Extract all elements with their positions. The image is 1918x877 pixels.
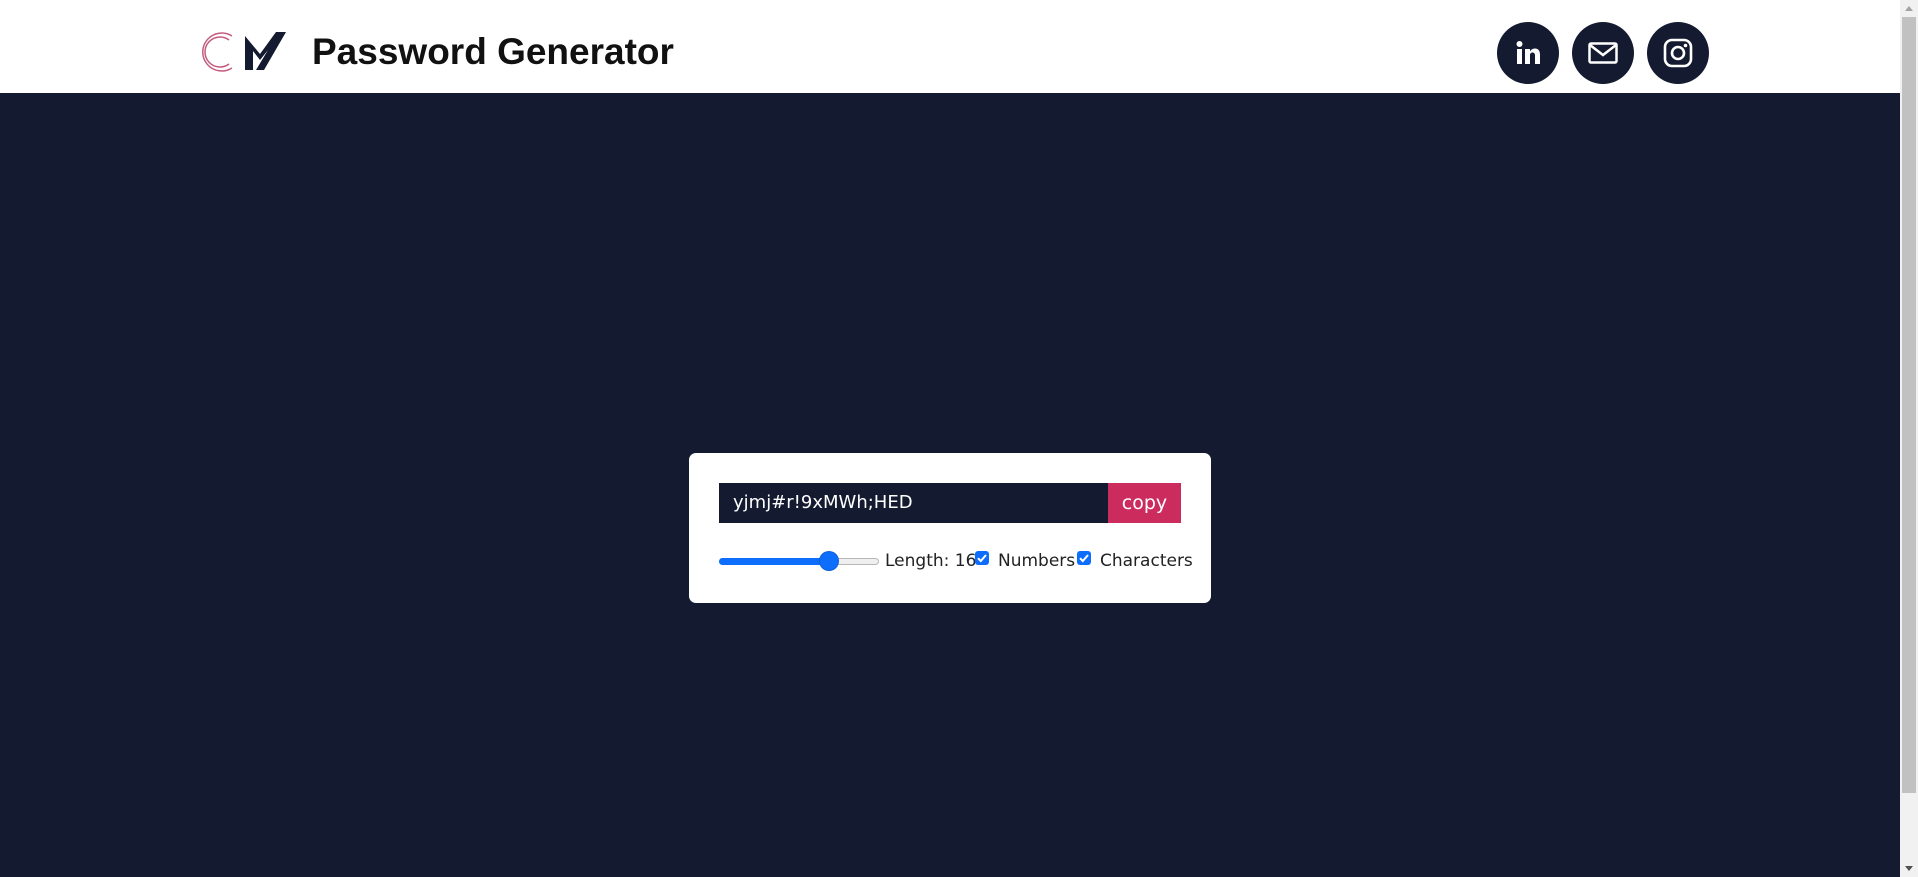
site-header: Password Generator — [0, 0, 1900, 93]
checkmark-icon — [1079, 554, 1089, 563]
instagram-icon — [1663, 38, 1693, 68]
checkmark-icon — [977, 554, 987, 563]
slider-thumb[interactable] — [820, 552, 839, 570]
page-title: Password Generator — [312, 31, 674, 72]
page: Password Generator yjmj#r!9xMWh;HED copy — [0, 0, 1900, 877]
slider-fill — [719, 558, 830, 565]
scrollbar-thumb[interactable] — [1902, 17, 1916, 793]
length-label: Length: 16 — [885, 551, 977, 571]
password-output[interactable]: yjmj#r!9xMWh;HED — [719, 483, 1108, 523]
triangle-up-icon — [1905, 6, 1913, 11]
characters-label: Characters — [1100, 551, 1193, 571]
instagram-button[interactable] — [1647, 22, 1709, 84]
numbers-checkbox[interactable] — [975, 551, 989, 565]
length-slider[interactable] — [719, 552, 879, 570]
scroll-down-arrow[interactable] — [1900, 860, 1918, 877]
characters-checkbox[interactable] — [1077, 551, 1091, 565]
cm-logo[interactable] — [202, 30, 292, 74]
mail-icon — [1588, 42, 1618, 64]
scroll-up-arrow[interactable] — [1900, 0, 1918, 17]
password-generator-card: yjmj#r!9xMWh;HED copy Length: 16 Numbers… — [689, 453, 1211, 603]
generator-controls: Length: 16 Numbers Characters — [719, 549, 1199, 573]
mail-button[interactable] — [1572, 22, 1634, 84]
triangle-down-icon — [1905, 866, 1913, 871]
copy-button[interactable]: copy — [1108, 483, 1181, 523]
numbers-label: Numbers — [998, 551, 1076, 571]
linkedin-button[interactable] — [1497, 22, 1559, 84]
linkedin-icon — [1516, 41, 1540, 64]
vertical-scrollbar[interactable] — [1900, 0, 1918, 877]
